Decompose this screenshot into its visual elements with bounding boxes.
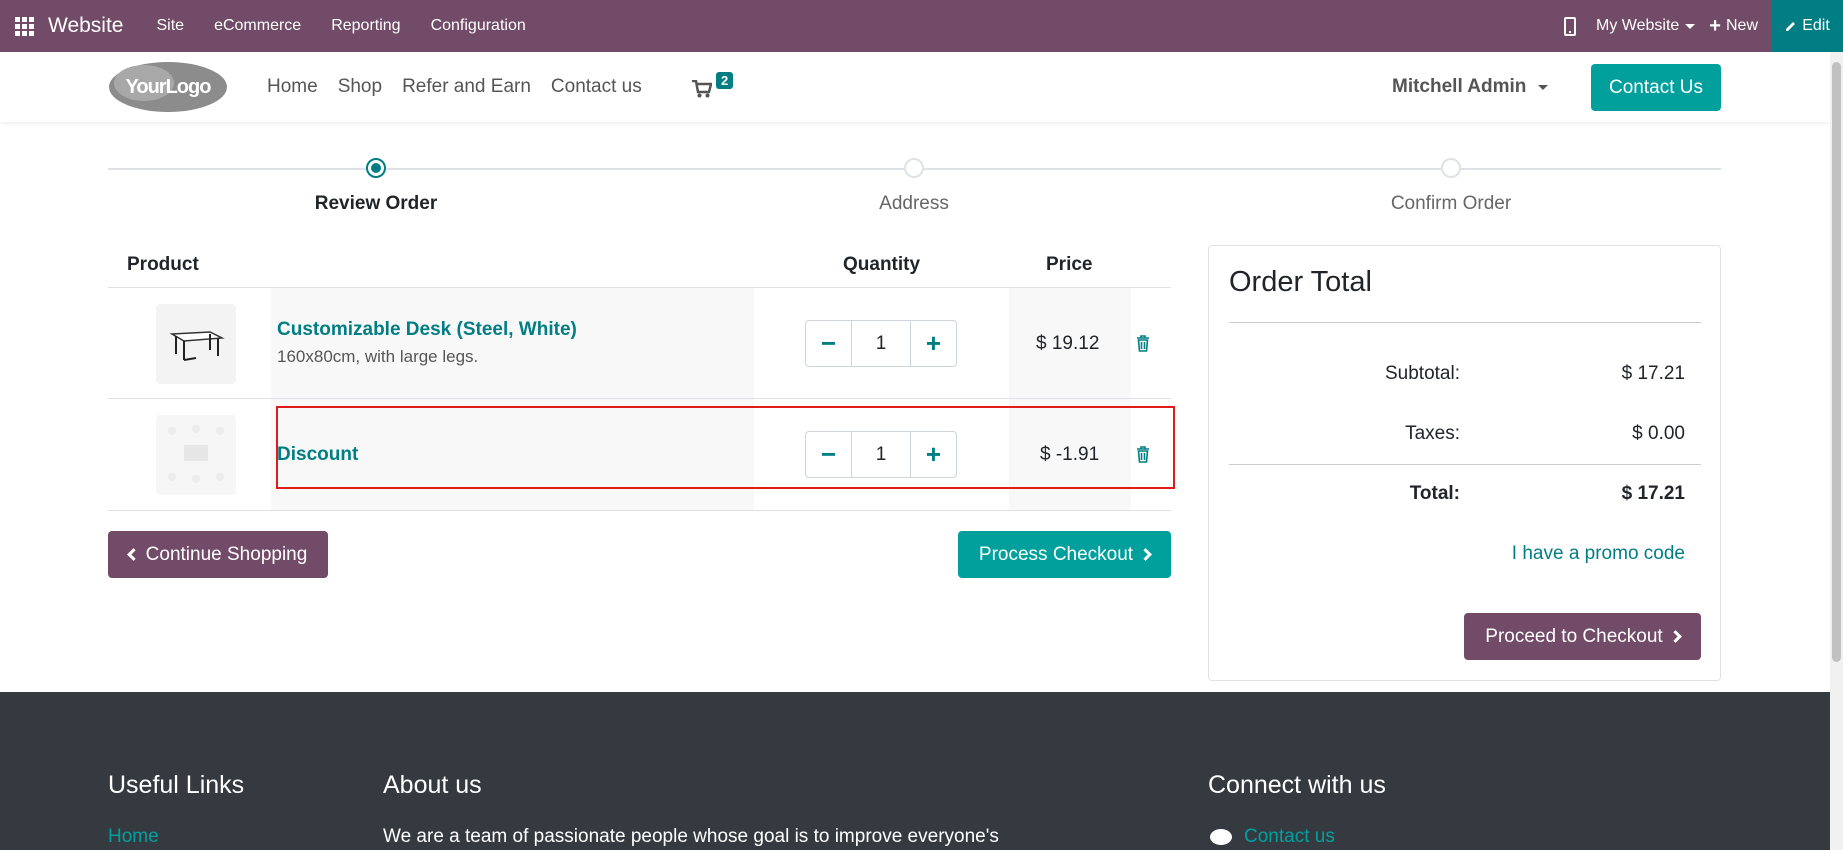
- card-divider: [1229, 322, 1701, 323]
- scrollbar-thumb[interactable]: [1832, 62, 1841, 662]
- chevron-down-icon: [1538, 84, 1549, 90]
- footer-about-text: We are a team of passionate people whose…: [383, 826, 999, 847]
- cart-count-badge: 2: [716, 72, 734, 89]
- taxes-label: Taxes:: [1405, 423, 1460, 444]
- cart-line-description: 160x80cm, with large legs.: [277, 347, 479, 366]
- nav-shop[interactable]: Shop: [338, 76, 382, 98]
- process-checkout-button[interactable]: Process Checkout: [958, 531, 1171, 578]
- subtotal-value: $ 17.21: [1621, 363, 1685, 384]
- cart-line-name[interactable]: Customizable Desk (Steel, White): [277, 319, 577, 341]
- app-title[interactable]: Website: [48, 14, 123, 38]
- topbar-right-controls: My Website + New Edit: [1564, 0, 1843, 52]
- site-header: YourLogo Home Shop Refer and Earn Contac…: [0, 52, 1830, 122]
- order-total-card: Order Total Subtotal: $ 17.21 Taxes: $ 0…: [1208, 245, 1721, 681]
- desk-product-image[interactable]: [156, 304, 236, 384]
- shopping-cart-icon: [692, 80, 712, 98]
- chevron-right-icon: [1139, 548, 1152, 561]
- new-button[interactable]: + New: [1709, 16, 1758, 36]
- cart-link[interactable]: 2: [692, 72, 742, 102]
- footer-link-contact-us[interactable]: Contact us: [1244, 826, 1335, 848]
- chevron-down-icon: [1685, 23, 1696, 29]
- total-value: $ 17.21: [1621, 483, 1685, 504]
- step-label-address: Address: [879, 193, 949, 214]
- plus-icon: +: [1709, 15, 1721, 37]
- company-logo[interactable]: YourLogo: [108, 61, 228, 113]
- taxes-value: $ 0.00: [1632, 423, 1685, 444]
- discount-image: [168, 425, 224, 483]
- menu-configuration[interactable]: Configuration: [416, 17, 541, 35]
- site-footer: Useful Links Home About us We are a team…: [0, 692, 1830, 850]
- main-nav: Home Shop Refer and Earn Contact us: [267, 52, 662, 122]
- website-selector-label: My Website: [1596, 17, 1680, 34]
- quantity-input[interactable]: 1: [852, 321, 910, 366]
- apps-menu-icon[interactable]: [0, 0, 48, 52]
- increase-quantity-button[interactable]: +: [910, 321, 956, 366]
- user-menu[interactable]: Mitchell Admin: [1392, 76, 1549, 98]
- quantity-stepper: − 1 +: [805, 320, 957, 367]
- footer-link-home[interactable]: Home: [108, 826, 159, 848]
- svg-text:YourLogo: YourLogo: [126, 76, 212, 98]
- column-header-product: Product: [127, 254, 199, 275]
- continue-shopping-button[interactable]: Continue Shopping: [108, 531, 328, 578]
- edit-button[interactable]: Edit: [1772, 0, 1843, 52]
- nav-home[interactable]: Home: [267, 76, 318, 98]
- admin-topbar: Website Site eCommerce Reporting Configu…: [0, 0, 1843, 52]
- mobile-preview-icon[interactable]: [1564, 16, 1577, 36]
- pencil-icon: [1786, 22, 1796, 31]
- chevron-right-icon: [1668, 630, 1682, 643]
- continue-shopping-label: Continue Shopping: [145, 543, 308, 565]
- footer-useful-links-title: Useful Links: [108, 771, 245, 799]
- menu-reporting[interactable]: Reporting: [316, 17, 415, 35]
- nav-contact-us[interactable]: Contact us: [551, 76, 642, 98]
- footer-connect-title: Connect with us: [1208, 771, 1386, 799]
- nav-refer-and-earn[interactable]: Refer and Earn: [402, 76, 531, 98]
- total-label: Total:: [1409, 483, 1460, 504]
- decrease-quantity-button[interactable]: −: [806, 321, 852, 366]
- page-scrollbar[interactable]: [1830, 52, 1843, 850]
- step-label-review-order: Review Order: [314, 193, 438, 214]
- row-divider: [108, 510, 1171, 511]
- edit-button-label: Edit: [1802, 17, 1830, 34]
- desk-image: [169, 331, 225, 361]
- step-dot-confirm-order: [1441, 158, 1461, 178]
- proceed-to-checkout-label: Proceed to Checkout: [1485, 625, 1663, 647]
- card-divider: [1229, 464, 1701, 465]
- discount-product-image[interactable]: [156, 415, 236, 495]
- proceed-to-checkout-button[interactable]: Proceed to Checkout: [1464, 613, 1701, 660]
- user-name: Mitchell Admin: [1392, 76, 1527, 97]
- promo-code-link[interactable]: I have a promo code: [1512, 543, 1685, 565]
- step-label-confirm-order: Confirm Order: [1390, 193, 1512, 214]
- highlight-box: [276, 406, 1175, 489]
- menu-site[interactable]: Site: [141, 17, 199, 35]
- header-contact-us-button[interactable]: Contact Us: [1591, 64, 1721, 111]
- chevron-left-icon: [126, 548, 140, 561]
- column-header-quantity: Quantity: [843, 254, 921, 275]
- process-checkout-label: Process Checkout: [978, 543, 1134, 565]
- footer-about-title: About us: [383, 771, 482, 799]
- website-selector[interactable]: My Website: [1596, 17, 1696, 35]
- subtotal-label: Subtotal:: [1385, 363, 1460, 384]
- step-dot-address: [904, 158, 924, 178]
- trash-icon[interactable]: [1136, 335, 1150, 352]
- column-header-price: Price: [1046, 254, 1093, 275]
- step-dot-review-order: [366, 158, 386, 178]
- new-button-label: New: [1725, 17, 1758, 34]
- comment-icon: [1210, 829, 1232, 845]
- row-shade: [271, 288, 754, 398]
- cart-line-price: $ 19.12: [1036, 333, 1100, 354]
- order-total-title: Order Total: [1229, 266, 1372, 298]
- menu-ecommerce[interactable]: eCommerce: [199, 17, 316, 35]
